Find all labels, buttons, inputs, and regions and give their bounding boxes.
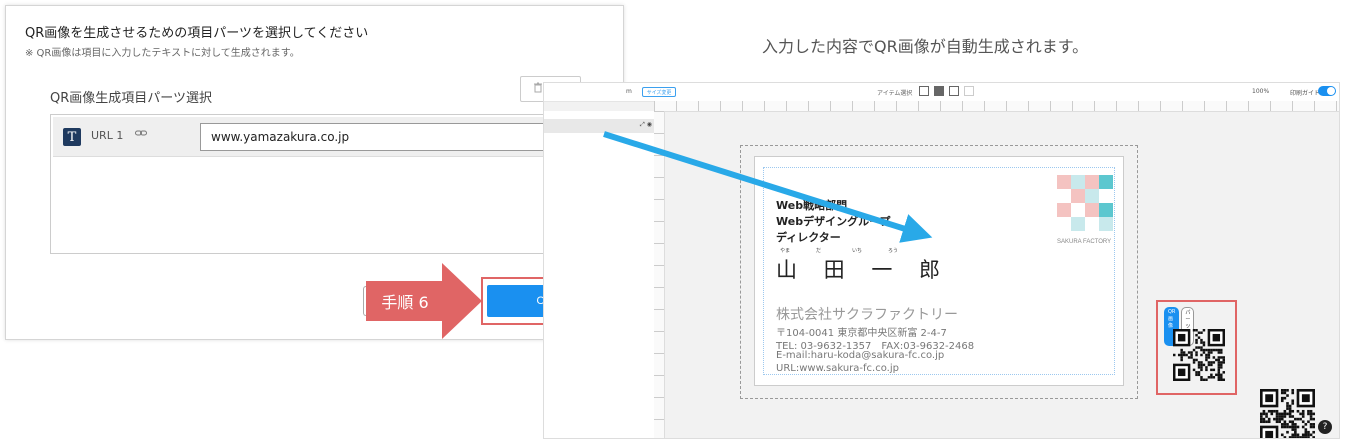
generated-qr-code[interactable] [1173,329,1225,381]
part-value-field[interactable]: www.yamazakura.co.jp [200,123,570,151]
shape-icon[interactable] [949,86,959,96]
step-callout: 手順 6 [366,263,482,339]
print-guide-toggle[interactable] [1318,86,1336,96]
part-row-url1[interactable]: T URL 1 www.yamazakura.co.jp [53,117,580,157]
dialog-title: QR画像を生成させるための項目パーツを選択してください [25,26,369,41]
card-url[interactable]: URL:www.sakura-fc.co.jp [776,363,899,374]
ruler-left [654,111,665,438]
item-select-label: アイテム選択 [877,90,913,97]
dialog-note: ※ QR画像は項目に入力したテキストに対して生成されます。 [25,48,300,59]
ruby-1: やま [780,248,791,254]
unit-label: m [626,88,632,95]
image-icon[interactable] [919,86,929,96]
section-title: QR画像生成項目パーツ選択 [50,91,213,106]
step-label: 手順 6 [381,293,429,312]
ruby-2: だ [816,248,822,254]
toolbar-icons [919,86,974,96]
card-name-ruby: やま だ いち ろう [780,247,924,254]
card-dept1[interactable]: Web戦略部門 [776,197,847,213]
text-type-icon: T [63,128,81,146]
parts-list: T URL 1 www.yamazakura.co.jp [50,114,583,254]
side-panel-row[interactable]: ⤢ ◉ [544,119,654,133]
card-email[interactable]: E-mail:haru-koda@sakura-fc.co.jp [776,350,944,361]
help-button[interactable]: ? [1318,420,1332,434]
print-guide-label: 印刷ガイド [1290,90,1321,97]
link-icon [135,128,147,141]
caption: 入力した内容でQR画像が自動生成されます。 [762,37,1089,56]
disabled-icon [964,86,974,96]
qr-icon[interactable] [934,86,944,96]
trash-icon [533,82,543,96]
size-change-button[interactable]: サイズ変更 [642,87,676,97]
card-name[interactable]: 山 田 一 郎 [776,254,950,284]
ruler-top [654,101,1339,112]
card-dept2[interactable]: Webデザイングループ [776,213,890,229]
part-name: URL 1 [91,129,124,142]
card-role[interactable]: ディレクター [776,229,841,245]
side-panel-icons: ⤢ ◉ [640,121,652,128]
side-panel: ⤢ ◉ [544,111,655,438]
sakura-factory-logo [1057,175,1121,239]
existing-qr-code[interactable] [1260,389,1315,439]
ruby-3: いち [852,248,863,254]
editor-toolbar: m サイズ変更 アイテム選択 100% 印刷ガイド [544,83,1339,102]
card-editor-screenshot: m サイズ変更 アイテム選択 100% 印刷ガイド ⤢ ◉ Web戦略部門 We… [543,82,1340,439]
qr-part-select-dialog: QR画像を生成させるための項目パーツを選択してください ※ QR画像は項目に入力… [5,5,624,340]
ruby-4: ろう [888,248,899,254]
business-card: Web戦略部門 Webデザイングループ ディレクター やま だ いち ろう 山 田 一… [754,156,1315,438]
card-company[interactable]: 株式会社サクラファクトリー [776,304,958,324]
logo-text: SAKURA FACTORY [1057,239,1112,245]
zoom-level[interactable]: 100% [1252,88,1269,95]
